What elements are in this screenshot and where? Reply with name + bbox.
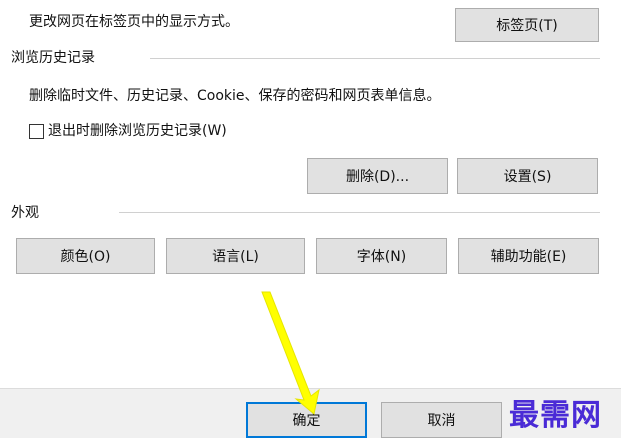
annotation-arrow-icon <box>261 291 320 415</box>
watermark-logo: 最需网 <box>509 398 602 433</box>
